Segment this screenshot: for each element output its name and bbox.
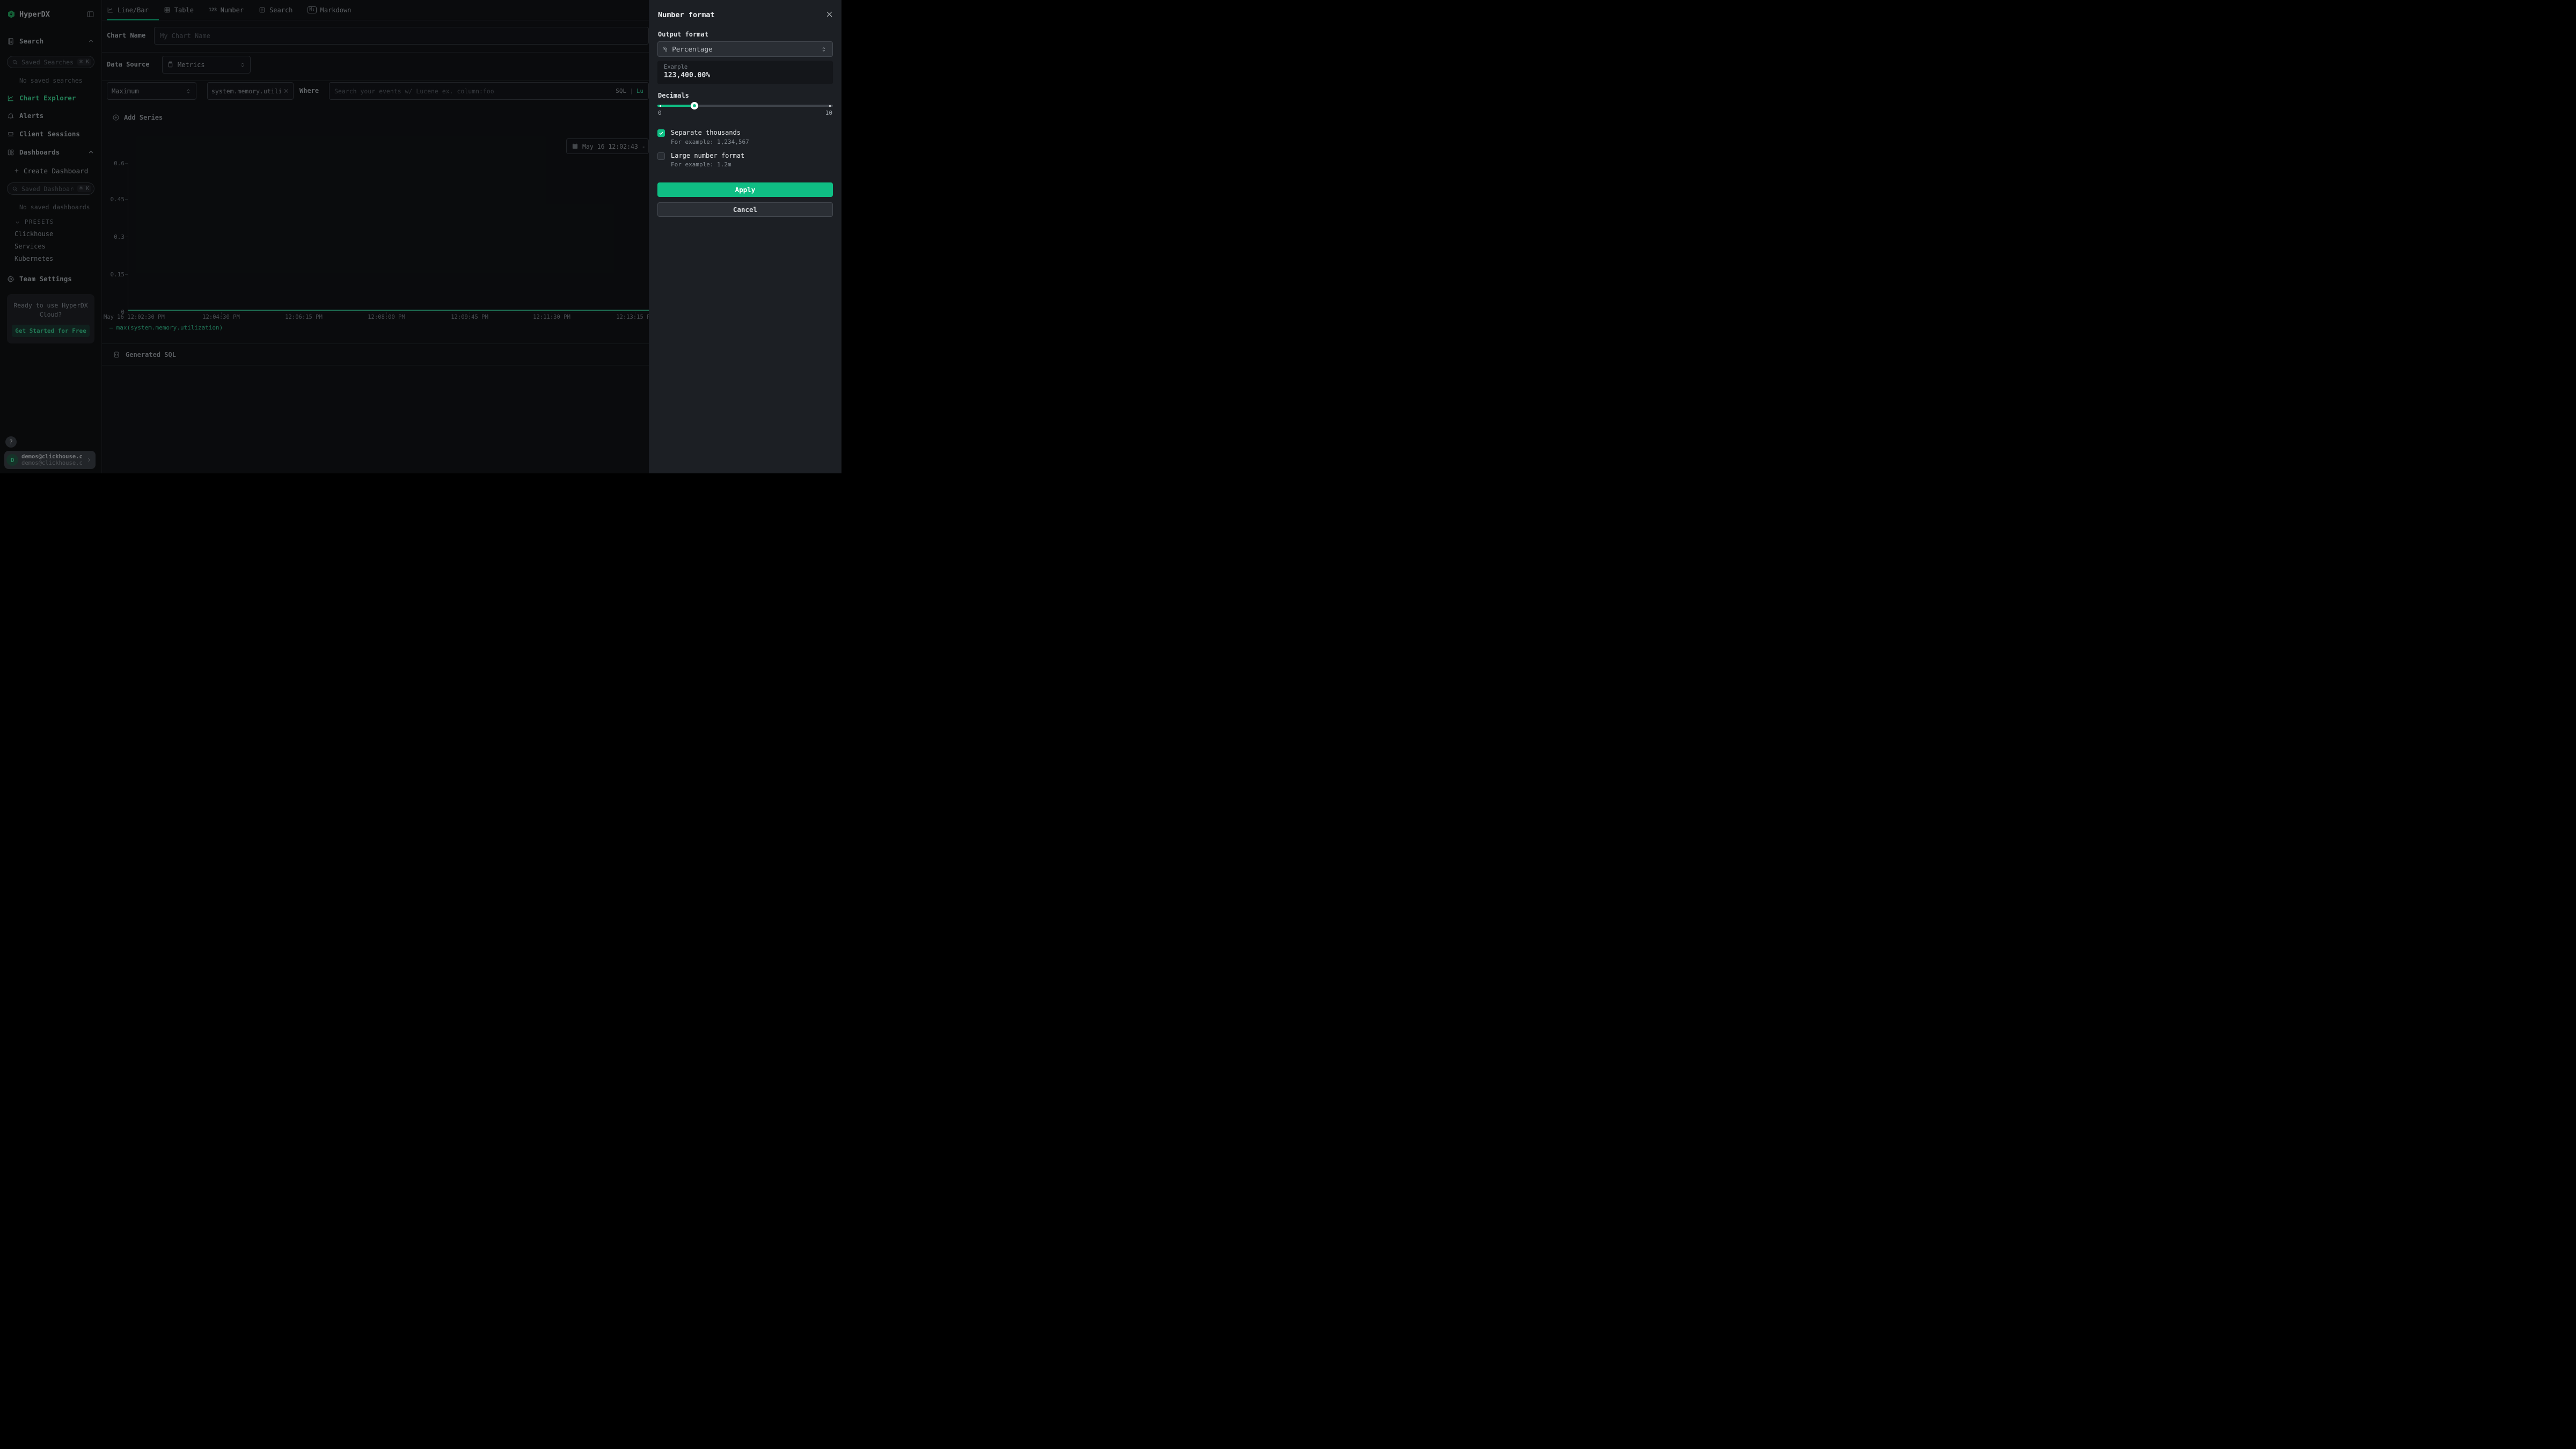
percent-icon: % [663, 46, 667, 53]
large-number-format-example: For example: 1.2m [671, 161, 731, 168]
large-number-format-row[interactable]: Large number format [657, 152, 833, 160]
slider-max-label: 10 [825, 109, 832, 116]
close-icon[interactable] [825, 10, 833, 18]
slider-min-dot [660, 105, 661, 107]
app-window: HyperDX Search Saved Searches ⌘ K No sav… [0, 0, 841, 473]
large-number-format-label: Large number format [671, 152, 744, 160]
decimals-label: Decimals [658, 92, 689, 99]
slider-thumb[interactable] [691, 102, 698, 109]
output-format-label: Output format [658, 31, 708, 38]
cancel-button[interactable]: Cancel [657, 202, 833, 217]
apply-button[interactable]: Apply [657, 182, 833, 197]
output-format-value: Percentage [672, 45, 816, 53]
example-label: Example [664, 64, 826, 70]
example-box: Example 123,400.00% [657, 61, 833, 84]
separate-thousands-example: For example: 1,234,567 [671, 138, 749, 145]
output-format-select[interactable]: % Percentage [657, 41, 833, 57]
example-value: 123,400.00% [664, 71, 826, 79]
slider-min-label: 0 [658, 109, 662, 116]
chevron-selector-icon [821, 46, 827, 53]
slider-fill [657, 105, 694, 107]
number-format-panel: Number format Output format % Percentage… [649, 0, 841, 473]
modal-overlay[interactable] [0, 0, 649, 473]
decimals-slider[interactable] [657, 101, 833, 110]
checkbox-unchecked-icon[interactable] [657, 152, 665, 160]
panel-title: Number format [658, 11, 715, 19]
checkbox-checked-icon[interactable] [657, 129, 665, 137]
separate-thousands-label: Separate thousands [671, 129, 741, 137]
separate-thousands-row[interactable]: Separate thousands [657, 129, 833, 137]
slider-max-dot [829, 105, 831, 107]
